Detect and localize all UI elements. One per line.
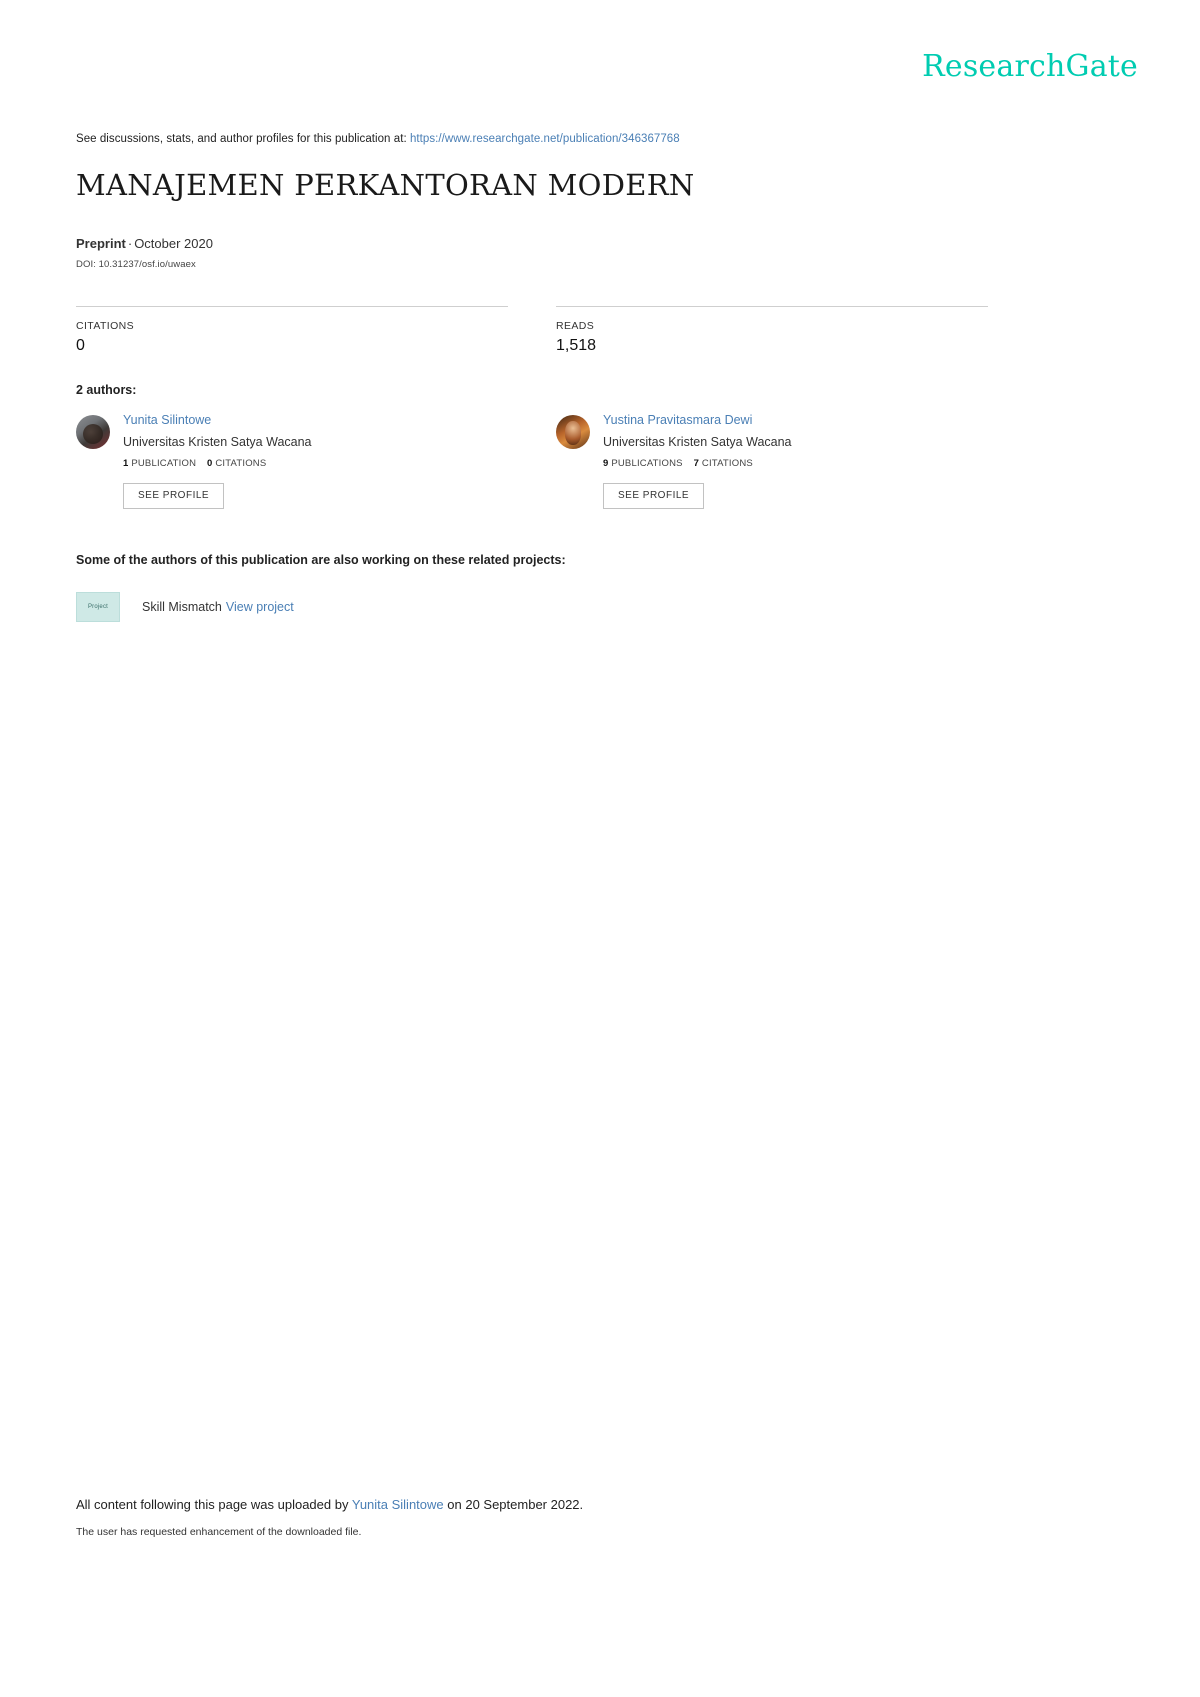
author-publications-count: 9 [603,458,609,470]
publication-url-link[interactable]: https://www.researchgate.net/publication… [410,133,680,145]
see-profile-button[interactable]: SEE PROFILE [603,483,705,510]
author-info: Yustina Pravitasmara Dewi Universitas Kr… [603,412,792,510]
author-card: Yunita Silintowe Universitas Kristen Sat… [76,412,556,510]
stat-label: READS [556,320,595,332]
stat-gap [508,306,556,355]
authors-heading: 2 authors: [76,383,137,397]
author-citations-count: 7 [693,458,700,470]
publication-date: October 2020 [134,236,213,251]
author-citations-count: 0 [207,458,213,470]
view-project-link[interactable]: View project [226,600,294,614]
author-publications-label: PUBLICATION [131,458,197,470]
avatar [76,415,110,449]
author-publications-count: 1 [123,458,129,470]
stat-citations: CITATIONS 0 [76,306,508,355]
avatar [556,415,590,449]
footer-uploader-link[interactable]: Yunita Silintowe [352,1497,444,1512]
project-text: Skill Mismatch View project [142,600,294,614]
author-metrics: 9 PUBLICATIONS 7 CITATIONS [603,458,792,469]
author-affiliation: Universitas Kristen Satya Wacana [603,434,792,449]
author-name-link[interactable]: Yunita Silintowe [123,413,312,429]
projects-heading: Some of the authors of this publication … [76,553,566,567]
project-thumbnail-label: Project [87,604,109,610]
researchgate-cover-page: ResearchGate See discussions, stats, and… [0,0,1200,1697]
researchgate-logo: ResearchGate [922,49,1138,84]
footer-upload-prefix: All content following this page was uplo… [76,1497,349,1512]
footer-note: The user has requested enhancement of th… [76,1526,362,1538]
publication-separator: · [127,236,133,251]
discussions-prefix-text: See discussions, stats, and author profi… [76,133,407,145]
author-card: Yustina Pravitasmara Dewi Universitas Kr… [556,412,1036,510]
stat-reads: READS 1,518 [556,306,988,355]
author-affiliation: Universitas Kristen Satya Wacana [123,434,312,449]
stats-row: CITATIONS 0 READS 1,518 [76,306,988,355]
author-citations-label: CITATIONS [701,458,753,470]
authors-list: Yunita Silintowe Universitas Kristen Sat… [76,412,1036,510]
project-thumbnail-icon: Project [76,592,120,622]
stat-value: 0 [76,337,85,354]
publication-type-date: Preprint · October 2020 [76,236,213,251]
see-profile-button[interactable]: SEE PROFILE [123,483,225,510]
project-item: Project Skill Mismatch View project [76,592,294,622]
stat-label: CITATIONS [76,320,135,332]
footer-upload-suffix: on 20 September 2022. [447,1497,584,1512]
author-citations-label: CITATIONS [215,458,267,470]
footer-upload-line: All content following this page was uplo… [76,1497,583,1512]
discussions-line: See discussions, stats, and author profi… [76,133,680,145]
publication-doi: DOI: 10.31237/osf.io/uwaex [76,259,196,270]
author-publications-label: PUBLICATIONS [611,458,683,470]
stat-value: 1,518 [556,337,597,354]
author-metrics: 1 PUBLICATION 0 CITATIONS [123,458,312,469]
author-name-link[interactable]: Yustina Pravitasmara Dewi [603,413,792,429]
publication-type: Preprint [76,236,126,251]
page-title: MANAJEMEN PERKANTORAN MODERN [76,168,695,202]
stat-divider [76,306,508,307]
stat-divider [556,306,988,307]
author-info: Yunita Silintowe Universitas Kristen Sat… [123,412,312,510]
project-name: Skill Mismatch [142,600,222,614]
